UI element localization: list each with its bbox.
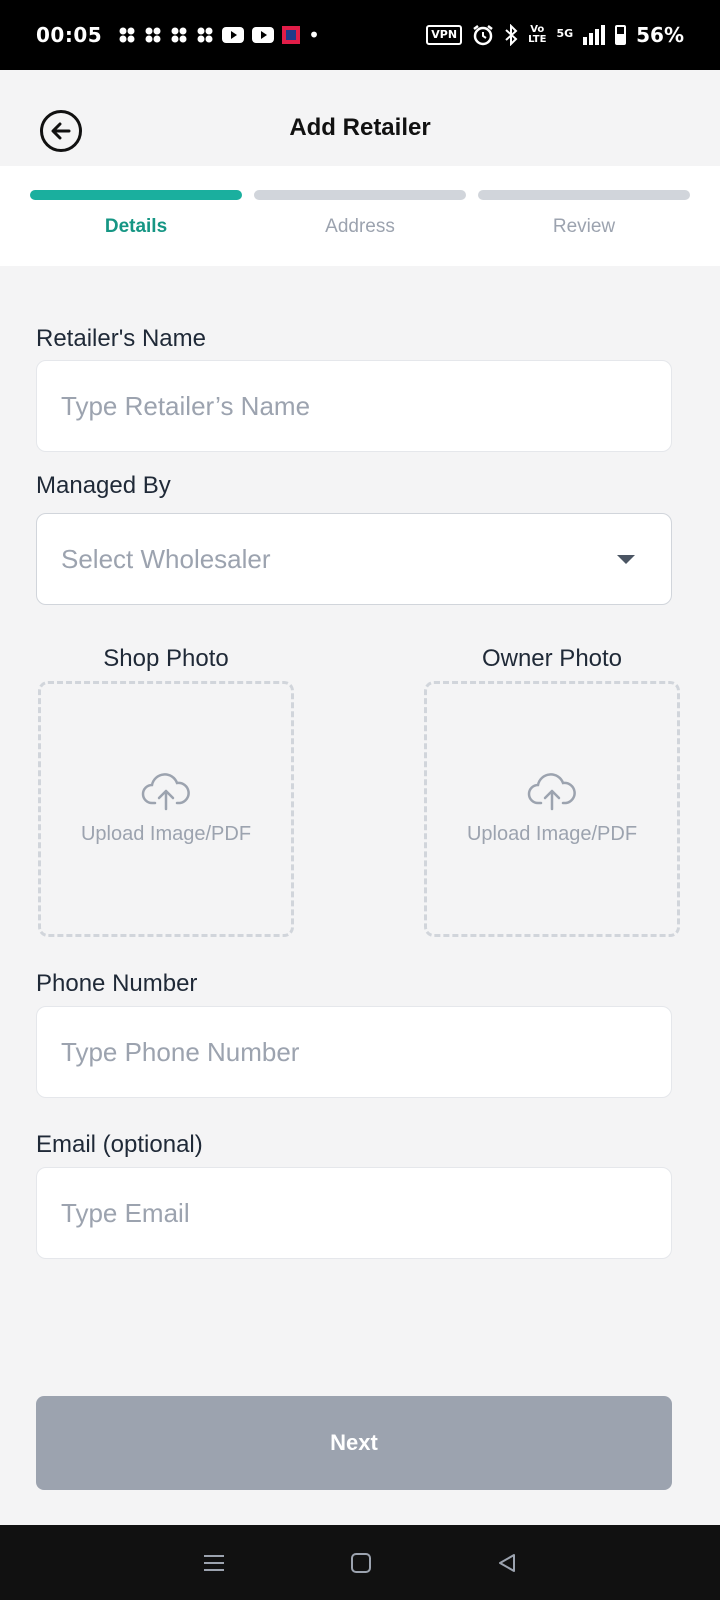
phone-number-label: Phone Number [36,970,198,997]
retailer-name-input[interactable] [37,361,671,451]
system-nav-bar [0,1525,720,1600]
alarm-icon [473,25,493,46]
upload-text: Upload Image/PDF [466,822,638,845]
step-label: Address [325,216,395,237]
step-progress-bar [254,190,466,200]
retailer-name-label: Retailer's Name [36,325,206,352]
step-progress-bar [30,190,242,200]
back-nav-icon[interactable] [496,1552,518,1574]
phone-number-field [36,1006,672,1098]
battery-icon [615,25,627,45]
step-details: Details [30,190,242,238]
signal-icon [583,25,606,45]
network-type: 5G [556,27,574,40]
step-address: Address [254,190,466,238]
status-bar: 00:05 • VPN Vo LTE 5G 56% [0,0,720,70]
shop-photo-label: Shop Photo [103,645,229,672]
menu-icon[interactable] [202,1553,226,1573]
app-badge-icon [282,26,301,44]
email-input[interactable] [37,1168,671,1258]
shop-photo-upload[interactable]: Upload Image/PDF [38,681,294,937]
app-notification-icon [119,27,135,43]
next-button[interactable]: Next [36,1396,672,1490]
caret-down-icon [617,554,635,564]
battery-percent: 56% [636,23,684,47]
status-time: 00:05 [36,23,103,47]
email-label: Email (optional) [36,1131,203,1158]
volte-icon: Vo LTE [528,24,547,45]
youtube-icon [252,27,275,43]
email-field [36,1167,672,1259]
managed-by-label: Managed By [36,472,171,499]
wholesaler-select-placeholder: Select Wholesaler [61,543,271,574]
upload-text: Upload Image/PDF [80,822,252,845]
youtube-icon [222,27,245,43]
notification-icons: • [118,23,320,47]
bluetooth-icon [505,24,518,46]
vpn-icon: VPN [426,25,463,45]
phone-number-input[interactable] [37,1007,671,1097]
page-title: Add Retailer [289,114,431,141]
step-label: Review [552,216,616,237]
home-icon[interactable] [350,1552,372,1574]
more-notifications-dot-icon: • [308,23,320,47]
owner-photo-label: Owner Photo [481,645,623,672]
step-progress-bar [478,190,690,200]
owner-photo-upload[interactable]: Upload Image/PDF [424,681,680,937]
app-notification-icon [171,27,187,43]
retailer-name-field [36,360,672,452]
step-review: Review [478,190,690,238]
stepper: Details Address Review [0,166,720,266]
cloud-upload-icon [527,772,576,810]
header: Add Retailer [0,70,720,166]
cloud-upload-icon [141,772,190,810]
wholesaler-select[interactable]: Select Wholesaler [36,513,672,605]
app-notification-icon [197,27,213,43]
step-label: Details [104,216,168,237]
app-notification-icon [145,27,161,43]
